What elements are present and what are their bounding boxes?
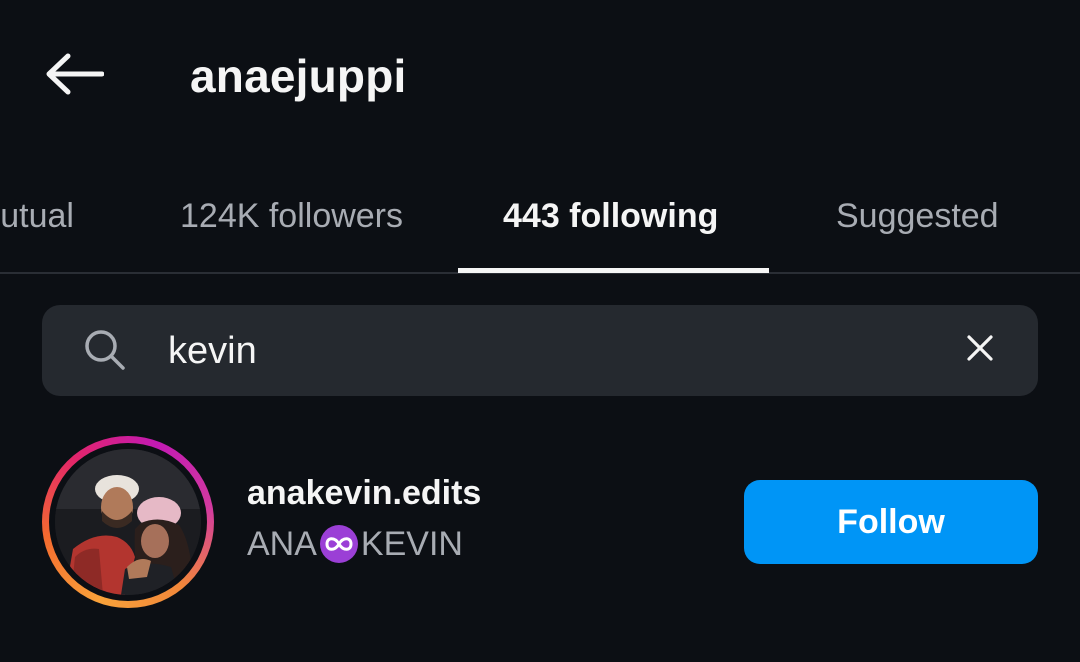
tab-suggested[interactable]: Suggested — [836, 188, 999, 244]
back-button[interactable] — [38, 44, 110, 108]
result-username[interactable]: anakevin.edits — [247, 474, 481, 513]
user-list-item[interactable]: anakevin.edits ANA KEVIN Follow — [0, 430, 1080, 615]
tab-followers[interactable]: 124K followers — [180, 188, 403, 244]
clear-search-button[interactable] — [955, 325, 1005, 375]
page-title: anaejuppi — [190, 50, 407, 102]
arrow-left-icon — [44, 52, 105, 101]
avatar — [55, 449, 201, 595]
tab-following-label: 443 following — [503, 197, 719, 235]
fullname-part-kevin: KEVIN — [360, 524, 463, 563]
fullname-part-ana: ANA — [247, 524, 317, 563]
search-icon — [80, 325, 130, 375]
tab-bar: Mutual 124K followers 443 following Sugg… — [0, 160, 1080, 274]
following-screen: anaejuppi Mutual 124K followers 443 foll… — [0, 0, 1080, 662]
story-ring[interactable] — [42, 436, 214, 608]
follow-button[interactable]: Follow — [744, 480, 1038, 564]
tab-suggested-label: Suggested — [836, 197, 999, 235]
tab-mutual[interactable]: Mutual — [0, 188, 74, 244]
close-icon — [966, 334, 994, 367]
tab-mutual-label: Mutual — [0, 197, 74, 235]
active-tab-indicator — [458, 268, 769, 273]
result-fullname: ANA KEVIN — [247, 524, 463, 564]
tab-followers-label: 124K followers — [180, 197, 404, 235]
search-input[interactable] — [168, 322, 868, 380]
infinity-emoji-icon — [319, 524, 359, 564]
tab-following[interactable]: 443 following — [503, 188, 718, 244]
